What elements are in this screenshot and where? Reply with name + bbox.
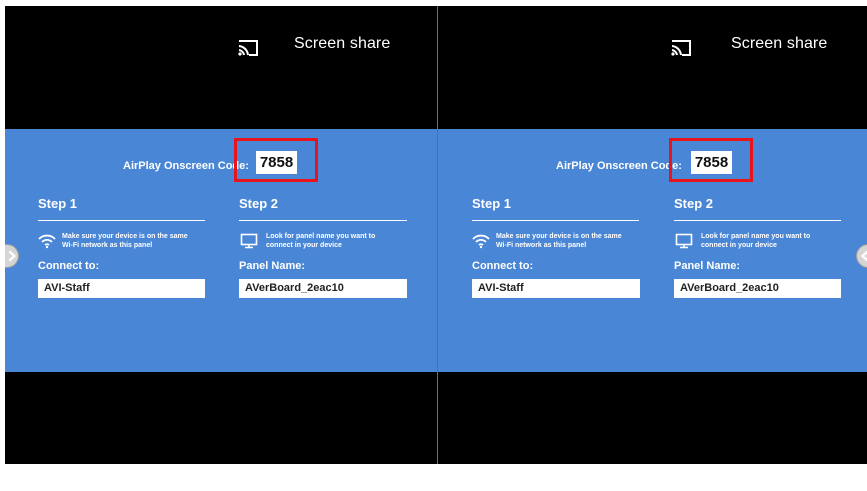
step1-description-line2: Wi-Fi network as this panel: [62, 241, 153, 249]
code-highlight-box: [669, 138, 753, 182]
chevron-right-icon: [8, 250, 16, 262]
network-name-field: AVI-Staff: [472, 279, 640, 298]
screen-share-label: Screen share: [731, 35, 828, 52]
step2-description-line2: connect in your device: [266, 241, 342, 249]
panel-name-field: AVerBoard_2eac10: [674, 279, 841, 298]
step2-divider: [674, 220, 841, 221]
screen-share-panel-right: Screen share AirPlay Onscreen Code: 7858…: [438, 6, 867, 464]
step1-divider: [472, 220, 639, 221]
airplay-code-label: AirPlay Onscreen Code:: [556, 160, 682, 172]
airplay-card: AirPlay Onscreen Code: 7858 Step 1 Make …: [438, 129, 867, 372]
step2-description-line2: connect in your device: [701, 241, 777, 249]
step1-description: Make sure your device is on the same Wi-…: [62, 233, 212, 250]
connect-to-label: Connect to:: [472, 260, 534, 272]
airplay-card: AirPlay Onscreen Code: 7858 Step 1 Make …: [5, 129, 437, 372]
step2-description: Look for panel name you want to connect …: [266, 233, 416, 250]
step1-description-line2: Wi-Fi network as this panel: [496, 241, 587, 249]
step2-title: Step 2: [674, 196, 714, 211]
monitor-icon: [675, 233, 693, 249]
step1-description: Make sure your device is on the same Wi-…: [496, 233, 646, 250]
step2-description: Look for panel name you want to connect …: [701, 233, 851, 250]
screen-share-panel-left: Screen share AirPlay Onscreen Code: 7858…: [5, 6, 437, 464]
step1-title: Step 1: [38, 196, 78, 211]
step2-description-line1: Look for panel name you want to: [266, 233, 376, 240]
step1-title: Step 1: [472, 196, 512, 211]
chevron-left-icon: [861, 250, 867, 262]
screen-share-label: Screen share: [294, 35, 391, 52]
network-name-field: AVI-Staff: [38, 279, 205, 298]
cast-icon[interactable]: [669, 36, 693, 60]
step1-description-line1: Make sure your device is on the same: [62, 233, 188, 240]
panel-name-label: Panel Name:: [674, 260, 741, 272]
step2-description-line1: Look for panel name you want to: [701, 233, 811, 240]
step1-divider: [38, 220, 205, 221]
connect-to-label: Connect to:: [38, 260, 100, 272]
step2-divider: [239, 220, 407, 221]
panel-name-label: Panel Name:: [239, 260, 306, 272]
panel-name-field: AVerBoard_2eac10: [239, 279, 407, 298]
cast-icon[interactable]: [236, 36, 260, 60]
wifi-icon: [472, 234, 490, 249]
wifi-icon: [38, 234, 56, 249]
code-highlight-box: [234, 138, 318, 182]
step1-description-line1: Make sure your device is on the same: [496, 233, 622, 240]
step2-title: Step 2: [239, 196, 279, 211]
monitor-icon: [240, 233, 258, 249]
airplay-code-label: AirPlay Onscreen Code:: [123, 160, 249, 172]
